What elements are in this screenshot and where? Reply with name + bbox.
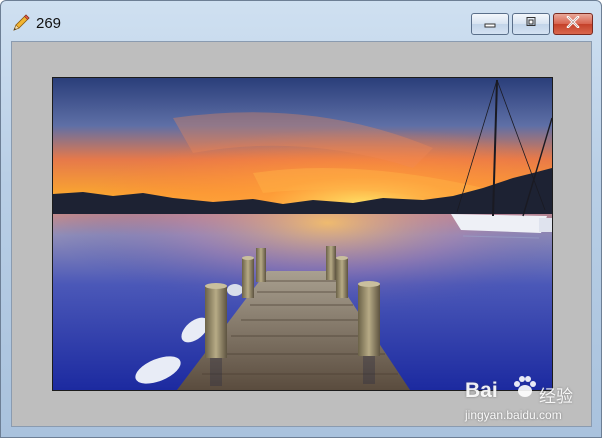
watermark-brand: Bai <box>465 379 498 402</box>
paw-icon <box>511 373 539 406</box>
minimize-icon <box>483 15 497 33</box>
close-icon <box>565 15 581 33</box>
watermark-brand-suffix: 经验 <box>539 387 573 406</box>
title-bar[interactable]: 269 <box>1 1 601 41</box>
client-area <box>11 41 592 427</box>
pencil-icon <box>11 13 31 33</box>
watermark-url: jingyan.baidu.com <box>465 408 562 422</box>
baidu-jingyan-watermark: Bai 经验 jingyan.baidu.com <box>463 373 583 429</box>
close-button[interactable] <box>553 13 593 35</box>
lake-pier-sunset-photo <box>52 77 553 391</box>
maximize-icon <box>524 15 538 33</box>
minimize-button[interactable] <box>471 13 509 35</box>
app-window: 269 Bai 经验 jingyan.baidu.com <box>0 0 602 438</box>
maximize-button[interactable] <box>512 13 550 35</box>
window-title: 269 <box>36 15 62 32</box>
